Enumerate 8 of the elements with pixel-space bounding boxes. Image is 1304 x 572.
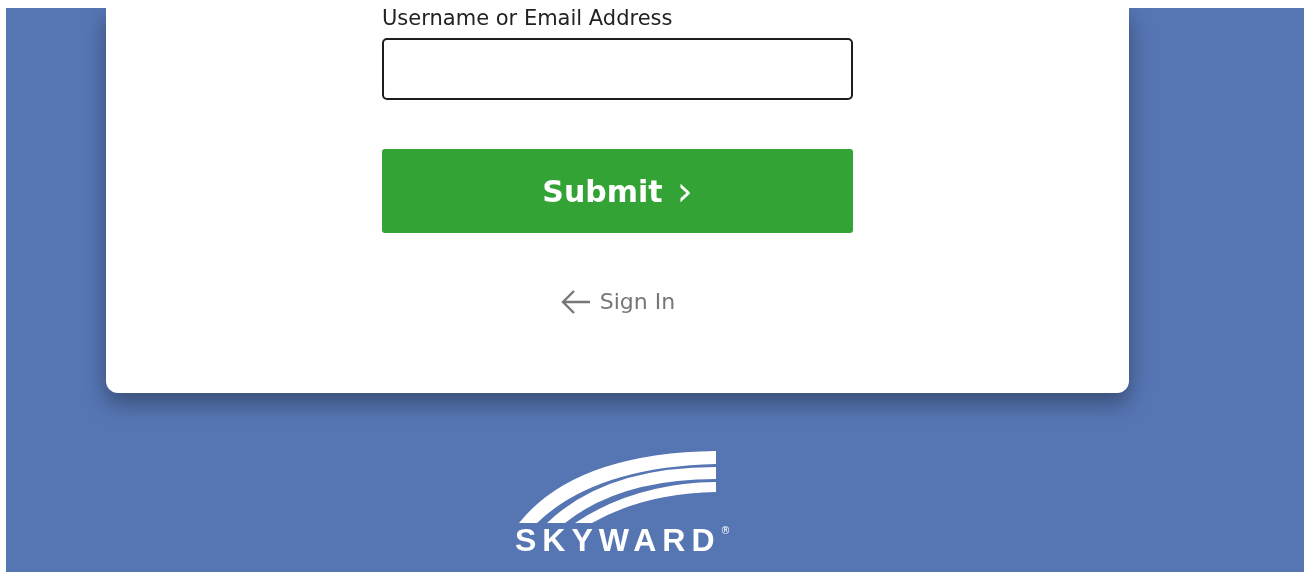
field-label: Username or Email Address [382, 8, 674, 29]
logo-text: SKYWARD [515, 523, 721, 559]
chevron-icon: › [676, 171, 693, 211]
sign-in-link[interactable]: Sign In [559, 285, 676, 318]
back-arrow-icon [559, 288, 592, 315]
username-field[interactable] [382, 38, 853, 100]
submit-button[interactable]: Submit › [382, 149, 853, 233]
registered-mark: ® [720, 526, 731, 536]
